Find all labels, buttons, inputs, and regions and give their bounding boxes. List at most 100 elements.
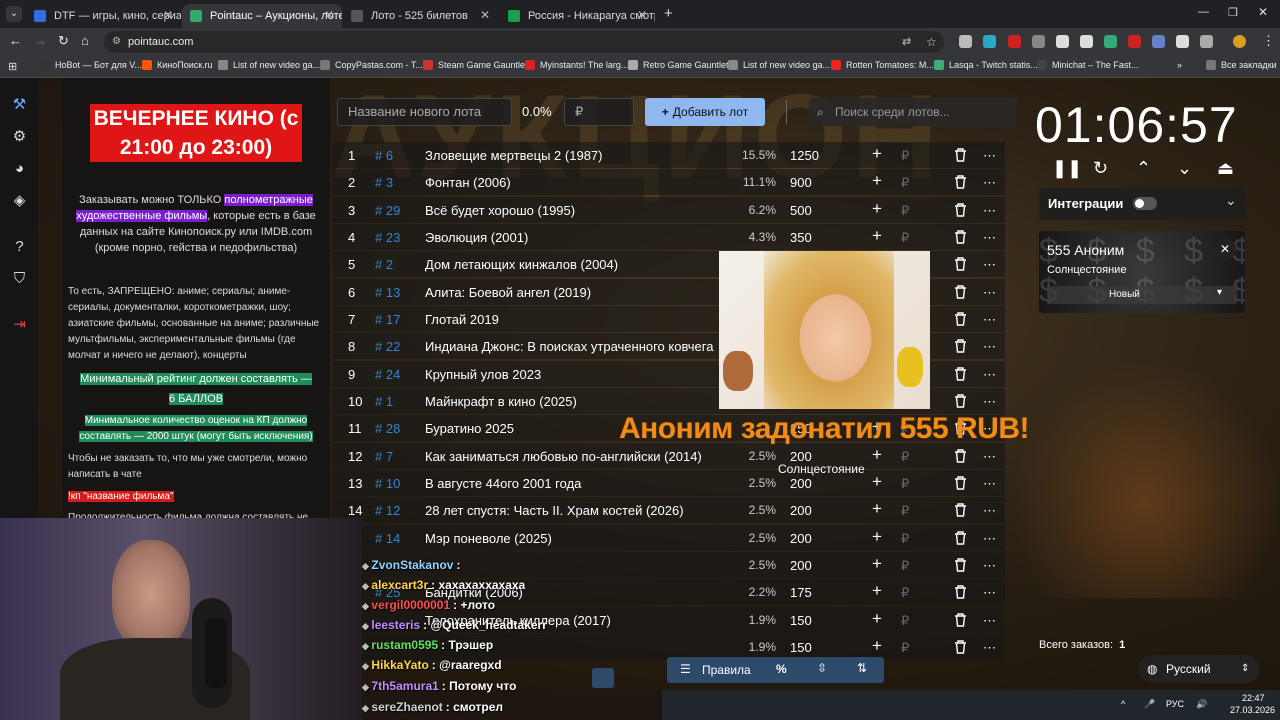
- extension-icon[interactable]: [1080, 35, 1093, 48]
- reset-icon[interactable]: ↻: [1093, 158, 1108, 179]
- lot-name[interactable]: Буратино 2025: [425, 421, 514, 436]
- percent-button[interactable]: %: [776, 662, 787, 676]
- lot-name[interactable]: Фонтан (2006): [425, 175, 511, 190]
- trash-icon[interactable]: [954, 531, 967, 548]
- more-options-button[interactable]: ⋯: [983, 449, 996, 465]
- browser-tab[interactable]: Россия - Никарагуа смотреть ✕: [500, 4, 655, 28]
- address-bar[interactable]: ⚙ pointauc.com ⇄ ☆: [104, 31, 944, 53]
- help-icon[interactable]: ?: [11, 238, 28, 255]
- restore-window-icon[interactable]: ❐: [1228, 6, 1238, 19]
- bookmark-item[interactable]: Lasqa - Twitch statis...: [934, 60, 1038, 70]
- site-info-icon[interactable]: ⚙: [112, 31, 121, 53]
- tab-search-button[interactable]: ⌄: [6, 6, 22, 22]
- layers-icon[interactable]: ◈: [11, 192, 28, 209]
- more-options-button[interactable]: ⋯: [983, 339, 996, 355]
- auction-hammer-icon[interactable]: ⚒: [11, 96, 28, 113]
- tray-chevron-icon[interactable]: ^: [1121, 699, 1125, 709]
- amount-input[interactable]: ₽: [901, 585, 909, 601]
- extension-icon[interactable]: [1056, 35, 1069, 48]
- extension-icon[interactable]: [1104, 35, 1117, 48]
- add-amount-button[interactable]: +: [872, 199, 882, 219]
- close-tab-icon[interactable]: ✕: [637, 8, 647, 22]
- volume-icon[interactable]: 🔊: [1196, 699, 1207, 710]
- chat-username[interactable]: leesteris: [371, 618, 420, 632]
- chat-username[interactable]: ZvonStakanov: [371, 558, 453, 572]
- bookmark-star-icon[interactable]: ☆: [926, 31, 937, 53]
- more-options-button[interactable]: ⋯: [983, 558, 996, 574]
- trash-icon[interactable]: [954, 503, 967, 520]
- apps-grid-icon[interactable]: ⊞: [8, 60, 17, 73]
- more-options-button[interactable]: ⋯: [983, 394, 996, 410]
- extension-icon[interactable]: [1152, 35, 1165, 48]
- close-icon[interactable]: ✕: [1214, 238, 1236, 260]
- bookmark-item[interactable]: Rotten Tomatoes: M...: [831, 60, 934, 70]
- more-options-button[interactable]: ⋯: [983, 175, 996, 191]
- add-amount-button[interactable]: +: [872, 609, 882, 629]
- amount-input[interactable]: ₽: [901, 558, 909, 574]
- browser-tab[interactable]: Лото - 525 билетов ✕: [343, 4, 498, 28]
- trash-icon[interactable]: [954, 257, 967, 274]
- bookmark-item[interactable]: КиноПоиск.ru: [142, 60, 213, 70]
- lot-name[interactable]: Как заниматься любовью по-английски (201…: [425, 449, 702, 464]
- add-amount-button[interactable]: +: [872, 499, 882, 519]
- back-arrow-icon[interactable]: ←: [9, 33, 22, 48]
- bookmark-item[interactable]: CopyPastas.com - T...: [320, 60, 423, 70]
- browser-menu-icon[interactable]: ⋮: [1262, 33, 1275, 49]
- extension-icon[interactable]: [1176, 35, 1189, 48]
- chat-username[interactable]: sereZhaenot: [371, 700, 442, 714]
- trash-icon[interactable]: [954, 476, 967, 493]
- chat-username[interactable]: vergil0000001: [371, 598, 450, 612]
- lot-name[interactable]: Крупный улов 2023: [425, 367, 541, 382]
- trash-icon[interactable]: [954, 613, 967, 630]
- new-tab-button[interactable]: +: [664, 5, 673, 22]
- lot-name[interactable]: 28 лет спустя: Часть II. Храм костей (20…: [425, 503, 684, 518]
- all-bookmarks-button[interactable]: Все закладки: [1206, 60, 1277, 70]
- more-options-button[interactable]: ⋯: [983, 203, 996, 219]
- bookmark-item[interactable]: Myinstants! The larg...: [525, 60, 628, 70]
- trash-icon[interactable]: [954, 230, 967, 247]
- add-amount-button[interactable]: +: [872, 472, 882, 492]
- chevron-down-icon[interactable]: ⌄: [1225, 192, 1237, 209]
- status-select[interactable]: Новый ▾: [1047, 286, 1237, 304]
- add-amount-button[interactable]: +: [872, 636, 882, 656]
- bookmark-item[interactable]: List of new video ga...: [218, 60, 320, 70]
- wheel-icon[interactable]: ◕: [11, 160, 28, 177]
- lot-name[interactable]: Эволюция (2001): [425, 230, 528, 245]
- integrations-toggle[interactable]: [1133, 197, 1157, 210]
- more-options-button[interactable]: ⋯: [983, 613, 996, 629]
- amount-input[interactable]: ₽: [901, 175, 909, 191]
- amount-input[interactable]: ₽: [901, 148, 909, 164]
- trash-icon[interactable]: [954, 367, 967, 384]
- settings-gear-icon[interactable]: ⚙: [11, 128, 28, 145]
- amount-input[interactable]: ₽: [901, 640, 909, 656]
- more-options-button[interactable]: ⋯: [983, 585, 996, 601]
- profile-avatar-icon[interactable]: [1233, 35, 1246, 48]
- extension-icon[interactable]: [1008, 35, 1021, 48]
- eject-icon[interactable]: ⏏: [1217, 158, 1234, 179]
- more-options-button[interactable]: ⋯: [983, 230, 996, 246]
- browser-tab-active[interactable]: Pointauc – Аукционы, лотереи ✕: [182, 4, 342, 28]
- more-options-button[interactable]: ⋯: [983, 257, 996, 273]
- increase-time-icon[interactable]: ⌃: [1136, 158, 1151, 179]
- add-amount-button[interactable]: +: [872, 226, 882, 246]
- more-options-button[interactable]: ⋯: [983, 312, 996, 328]
- trash-icon[interactable]: [954, 640, 967, 657]
- more-options-button[interactable]: ⋯: [983, 285, 996, 301]
- add-amount-button[interactable]: +: [872, 527, 882, 547]
- amount-input[interactable]: ₽: [901, 531, 909, 547]
- add-amount-button[interactable]: +: [872, 554, 882, 574]
- input-language[interactable]: РУС: [1166, 699, 1184, 709]
- split-icon[interactable]: ⇳: [817, 661, 827, 675]
- add-lot-button[interactable]: + Добавить лот: [645, 98, 765, 126]
- decrease-time-icon[interactable]: ⌄: [1177, 158, 1192, 179]
- integrations-panel[interactable]: Интеграции ⌄: [1039, 188, 1246, 220]
- lot-name[interactable]: Алита: Боевой ангел (2019): [425, 285, 591, 300]
- close-tab-icon[interactable]: ✕: [324, 8, 334, 22]
- reload-icon[interactable]: ↻: [58, 33, 69, 49]
- trash-icon[interactable]: [954, 312, 967, 329]
- more-options-button[interactable]: ⋯: [983, 531, 996, 547]
- rules-button[interactable]: Правила: [702, 663, 751, 677]
- microphone-icon[interactable]: 🎤: [1144, 699, 1155, 710]
- trash-icon[interactable]: [954, 449, 967, 466]
- amount-input[interactable]: ₽: [901, 449, 909, 465]
